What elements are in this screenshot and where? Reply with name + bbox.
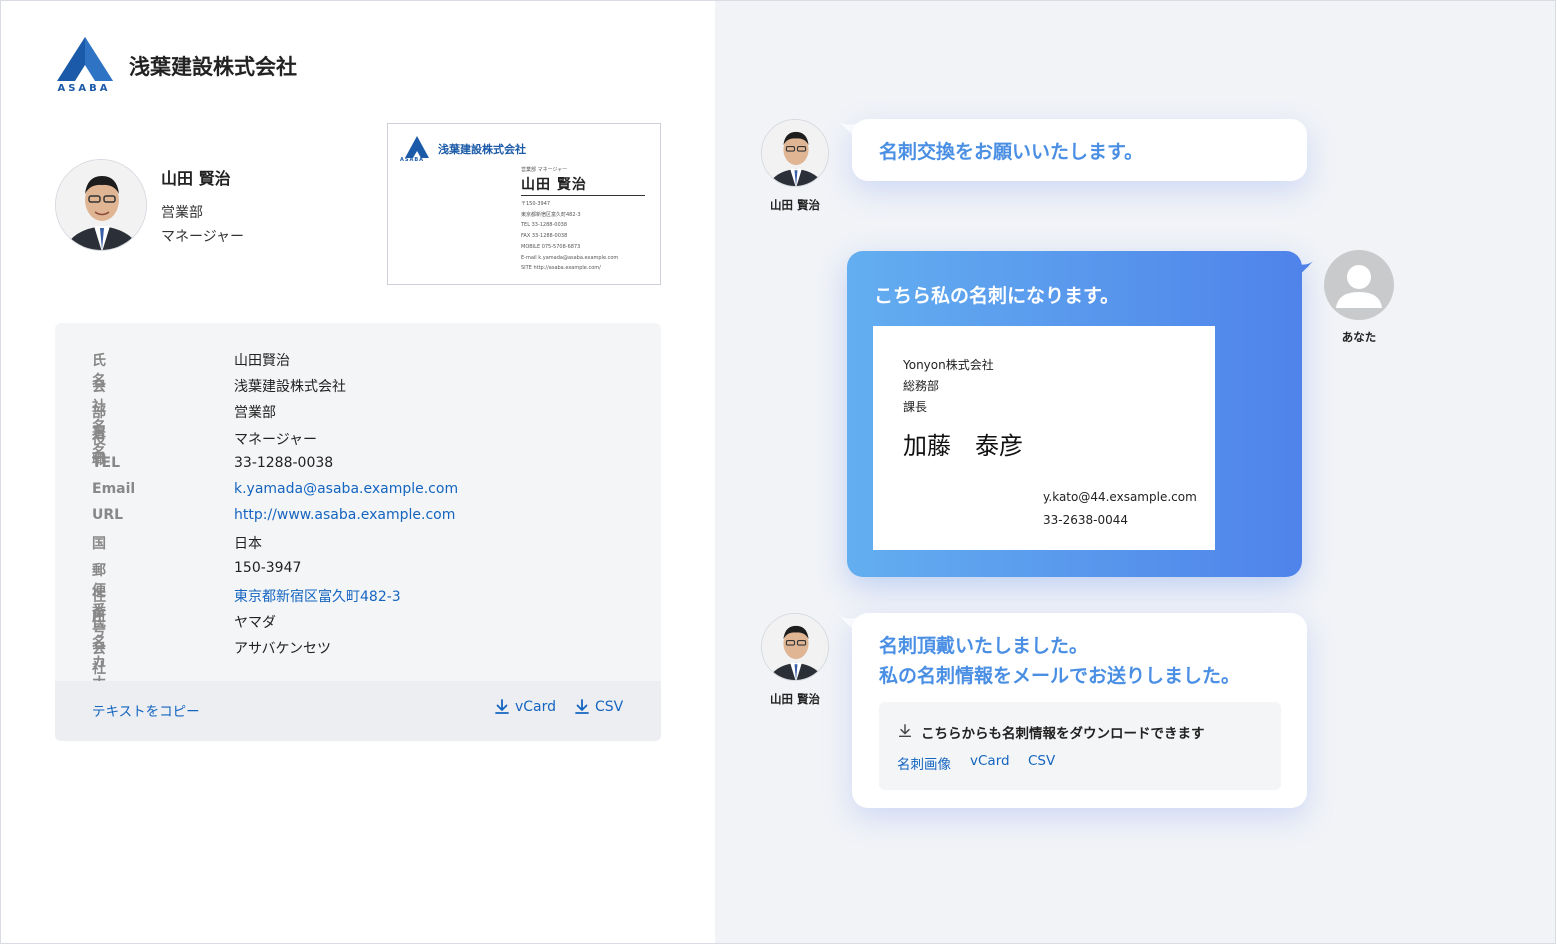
detail-value[interactable]: 東京都新宿区富久町482-3 [234, 586, 401, 606]
logo-word: ASABA [57, 83, 111, 94]
company-title: 浅葉建設株式会社 [129, 55, 297, 79]
profile-department: 営業部 [161, 205, 203, 221]
message-1-text: 名刺交換をお願いいたします。 [879, 141, 1144, 163]
message-3-line-1: 名刺頂戴いたしました。 [879, 635, 1089, 657]
download-vcard-button[interactable]: vCard [493, 698, 556, 716]
download-csv-button[interactable]: CSV [573, 698, 623, 716]
mini-card-info-line: FAX 33-1288-0038 [521, 233, 568, 240]
detail-value[interactable]: k.yamada@asaba.example.com [234, 481, 458, 497]
detail-value: 山田賢治 [234, 353, 290, 369]
mini-card-role: 営業部 マネージャー [521, 167, 568, 173]
download-card-image-link[interactable]: 名刺画像 [897, 753, 951, 773]
download-csv-link[interactable]: CSV [1028, 753, 1055, 769]
person-photo-icon [56, 160, 146, 250]
contact-detail-panel: 氏名 山田賢治 会社名 浅葉建設株式会社 部署名 営業部 役職 マネージャー TEL 33-128… [55, 323, 661, 741]
mini-card-info-line: 〒150-3947 [521, 201, 551, 207]
profile-name: 山田 賢治 [161, 169, 231, 188]
detail-footer: テキストをコピー vCard CSV [55, 681, 661, 741]
company-logo: ASABA [55, 37, 115, 97]
your-card-tel: 33-2638-0044 [1043, 513, 1129, 527]
download-box: こちらからも名刺情報をダウンロードできます 名刺画像 vCard CSV [879, 702, 1281, 790]
message-bubble-3: 名刺頂戴いたしました。 私の名刺情報をメールでお送りしました。 こちらからも名刺… [852, 613, 1307, 808]
sender-name: 山田 賢治 [769, 692, 820, 706]
detail-value: ヤマダ [234, 614, 276, 631]
download-csv-label: CSV [595, 699, 624, 715]
detail-value: 150-3947 [234, 559, 302, 576]
mini-card-info: 〒150-3947 東京都新宿区富久町482-3 TEL 33-1288-003… [521, 199, 618, 274]
person-photo-icon [762, 120, 828, 186]
your-card-company: Yonyon株式会社 [903, 358, 994, 372]
mini-card-info-line: 東京都新宿区富久町482-3 [521, 211, 581, 218]
download-icon [575, 699, 589, 714]
sender-avatar [761, 613, 829, 681]
sender-name: 山田 賢治 [769, 198, 820, 212]
message-2-text: こちら私の名刺になります。 [874, 285, 1120, 307]
download-vcard-label: vCard [515, 699, 557, 715]
sender-avatar [761, 119, 829, 187]
detail-value: 浅葉建設株式会社 [234, 379, 346, 396]
copy-text-button[interactable]: テキストをコピー [92, 700, 200, 720]
download-vcard-link[interactable]: vCard [970, 753, 1010, 769]
download-icon [898, 724, 912, 738]
detail-label: 国 [92, 536, 106, 553]
your-card-name: 加藤 泰彦 [903, 432, 1023, 460]
you-avatar [1324, 250, 1394, 320]
detail-label: Email [92, 480, 136, 497]
your-card-title: 課長 [903, 400, 928, 414]
detail-label: URL [92, 507, 124, 524]
detail-label: TEL [92, 454, 121, 471]
profile-title: マネージャー [161, 229, 245, 245]
user-silhouette-icon [1336, 265, 1382, 308]
mini-card-company: 浅葉建設株式会社 [438, 143, 526, 156]
left-panel: ASABA 浅葉建設株式会社 山田 賢治 営業部 マネージャー ASABA 浅葉… [1, 1, 715, 943]
message-bubble-2: こちら私の名刺になります。 Yonyon株式会社 総務部 課長 加藤 泰彦 y.… [847, 251, 1302, 577]
download-icon [495, 699, 509, 714]
person-photo-icon [762, 614, 828, 680]
your-business-card[interactable]: Yonyon株式会社 総務部 課長 加藤 泰彦 y.kato@44.exsamp… [873, 326, 1215, 550]
mini-card-info-line: E-mail k.yamada@asaba.example.com [521, 254, 619, 261]
mini-card-divider [521, 195, 645, 196]
app-frame: ASABA 浅葉建設株式会社 山田 賢治 営業部 マネージャー ASABA 浅葉… [0, 0, 1556, 944]
detail-value: 33-1288-0038 [234, 454, 334, 471]
message-3-line-2: 私の名刺情報をメールでお送りしました。 [879, 665, 1241, 687]
detail-value: 日本 [234, 536, 262, 553]
profile-avatar [55, 159, 147, 251]
detail-value[interactable]: http://www.asaba.example.com [234, 507, 455, 523]
mini-card-info-line: SITE http://asaba.example.com/ [521, 265, 601, 272]
download-box-title: こちらからも名刺情報をダウンロードできます [921, 726, 1205, 742]
business-card-image[interactable]: ASABA 浅葉建設株式会社 営業部 マネージャー 山田 賢治 〒150-394… [387, 123, 661, 285]
asaba-logo-icon [57, 37, 113, 81]
your-card-email: y.kato@44.exsample.com [1043, 490, 1197, 504]
detail-value: マネージャー [234, 431, 318, 448]
mini-card-info-line: TEL 33-1288-0038 [521, 222, 568, 229]
detail-value: アサバケンセツ [234, 641, 332, 658]
mini-card-name: 山田 賢治 [521, 177, 587, 193]
message-bubble-1: 名刺交換をお願いいたします。 [852, 119, 1307, 181]
detail-value: 営業部 [234, 405, 276, 422]
your-card-dept: 総務部 [903, 379, 940, 393]
mini-logo-word: ASABA [400, 157, 425, 163]
you-label: あなた [1341, 330, 1377, 344]
mini-card-info-line: MOBILE 075-5708-6873 [521, 243, 581, 250]
